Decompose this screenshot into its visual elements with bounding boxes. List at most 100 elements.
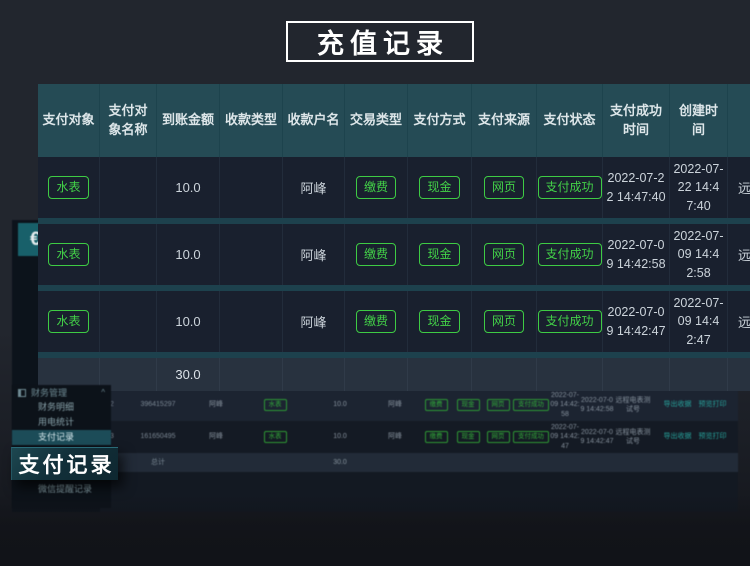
pay-source-badge: 网页 — [487, 399, 510, 411]
actions-cell: 导出收据 预览打印 — [652, 432, 738, 441]
table-row: 水表 10.0 阿峰 缴费 现金 网页 支付成功 2022-07-22 14:4… — [38, 157, 750, 218]
column-header — [728, 84, 750, 157]
recharge-records-table: 支付对象 支付对象名称 到账金额 收款类型 收款户名 交易类型 支付方式 支付来… — [38, 84, 750, 391]
success-time-cell: 2022-07-22 14:47:40 — [603, 157, 670, 218]
trade-type-badge: 缴费 — [425, 399, 448, 411]
pay-user-cell: 远程电表测试号 — [614, 396, 652, 414]
column-header: 交易类型 — [345, 84, 408, 157]
pay-status-cell: 支付成功 — [512, 399, 550, 411]
payment-records-callout: 支付记录 — [11, 447, 118, 480]
pay-status-cell: 支付成功 — [537, 224, 603, 285]
success-time-cell: 2022-07-09 14:42:47 — [550, 423, 580, 450]
print-preview-link[interactable]: 预览打印 — [699, 400, 727, 409]
page-title: 充值记录 — [286, 21, 474, 62]
receive-type-cell — [220, 157, 283, 218]
trade-type-cell: 缴费 — [345, 224, 408, 285]
sidebar-group-label: 财务管理 — [31, 386, 67, 399]
user-name: 阿峰 — [192, 400, 240, 409]
print-preview-link[interactable]: 预览打印 — [699, 432, 727, 441]
pay-object-cell: 水表 — [240, 399, 310, 411]
pay-method-cell: 现金 — [408, 291, 472, 352]
create-time-cell: 2022-07-09 14:42:47 — [580, 428, 614, 446]
pay-status-badge: 支付成功 — [538, 310, 602, 333]
sidebar-item-finance-detail[interactable]: 财务明细 — [12, 400, 111, 415]
account-name-cell: 阿峰 — [370, 432, 420, 441]
background-table: 2 396415297 阿峰 水表 10.0 阿峰 缴费 现金 网页 支付成功 … — [100, 389, 738, 472]
pay-status-badge: 支付成功 — [538, 176, 602, 199]
success-time-cell: 2022-07-09 14:42:58 — [603, 224, 670, 285]
column-header: 收款户名 — [283, 84, 345, 157]
column-header: 支付来源 — [472, 84, 537, 157]
sidebar-item-wechat-reminder-records[interactable]: 微信提醒记录 — [12, 482, 111, 497]
create-time-cell: 2022-07-22 14:47:40 — [670, 157, 728, 218]
object-name-cell — [100, 157, 157, 218]
table-row: 3 161650495 阿峰 水表 10.0 阿峰 缴费 现金 网页 支付成功 … — [100, 421, 738, 453]
trade-type-cell: 缴费 — [420, 399, 452, 411]
pay-user-cell: 远程电表测试号 — [614, 428, 652, 446]
pay-object-cell: 水表 — [38, 291, 100, 352]
total-amount: 30.0 — [157, 358, 220, 391]
receive-type-cell — [220, 291, 283, 352]
pay-source-cell: 网页 — [472, 291, 537, 352]
column-header: 到账金额 — [157, 84, 220, 157]
pay-method-badge: 现金 — [419, 310, 459, 333]
table-row: 水表 10.0 阿峰 缴费 现金 网页 支付成功 2022-07-09 14:4… — [38, 224, 750, 285]
pay-source-badge: 网页 — [487, 431, 510, 443]
total-label: 总计 — [124, 458, 192, 467]
record-id: 396415297 — [124, 400, 192, 409]
trade-type-cell: 缴费 — [345, 291, 408, 352]
sidebar-item-power-stats[interactable]: 用电统计 — [12, 415, 111, 430]
pay-object-badge: 水表 — [264, 399, 287, 411]
callout-label: 支付记录 — [19, 449, 115, 479]
amount-cell: 10.0 — [310, 400, 370, 409]
pay-status-badge: 支付成功 — [513, 399, 549, 411]
account-name-cell: 阿峰 — [283, 291, 345, 352]
amount-cell: 10.0 — [157, 291, 220, 352]
success-time-cell: 2022-07-09 14:42:47 — [603, 291, 670, 352]
actions-cell: 导出收据 预览打印 — [652, 400, 738, 409]
trade-type-badge: 缴费 — [425, 431, 448, 443]
pay-object-cell: 水表 — [38, 224, 100, 285]
receive-type-cell — [220, 224, 283, 285]
amount-cell: 10.0 — [157, 157, 220, 218]
pay-source-cell: 网页 — [472, 157, 537, 218]
pay-method-cell: 现金 — [452, 431, 484, 443]
object-name-cell — [100, 224, 157, 285]
pay-object-cell: 水表 — [38, 157, 100, 218]
pay-method-badge: 现金 — [419, 176, 459, 199]
amount-cell: 10.0 — [157, 224, 220, 285]
table-total-row: 30.0 — [38, 358, 750, 391]
page-title-text: 充值记录 — [317, 22, 449, 61]
pay-method-cell: 现金 — [452, 399, 484, 411]
column-header: 收款类型 — [220, 84, 283, 157]
pay-object-badge: 水表 — [48, 176, 88, 199]
pay-method-cell: 现金 — [408, 224, 472, 285]
trade-type-cell: 缴费 — [420, 431, 452, 443]
success-time-cell: 2022-07-09 14:42:58 — [550, 391, 580, 418]
create-time-cell: 2022-07-09 14:42:47 — [670, 291, 728, 352]
pay-method-badge: 现金 — [457, 431, 480, 443]
chevron-up-icon: ^ — [101, 388, 105, 397]
pay-source-cell: 网页 — [484, 399, 512, 411]
sidebar-group-finance[interactable]: 财务管理 ^ — [12, 385, 111, 400]
create-time-cell: 2022-07-09 14:42:58 — [670, 224, 728, 285]
trade-type-badge: 缴费 — [356, 310, 396, 333]
sidebar-item-payment-records[interactable]: 支付记录 — [12, 430, 111, 445]
pay-user-cell: 远程电表测试号 — [728, 157, 750, 218]
pay-status-badge: 支付成功 — [513, 431, 549, 443]
pay-user-cell: 远程电表测试号 — [728, 224, 750, 285]
pay-status-cell: 支付成功 — [537, 157, 603, 218]
user-name: 阿峰 — [192, 432, 240, 441]
column-header: 支付状态 — [537, 84, 603, 157]
export-receipt-link[interactable]: 导出收据 — [664, 400, 692, 409]
create-time-cell: 2022-07-09 14:42:58 — [580, 396, 614, 414]
grid-icon — [18, 389, 26, 397]
table-total-row: 总计 30.0 — [100, 453, 738, 472]
column-header: 支付方式 — [408, 84, 472, 157]
pay-status-cell: 支付成功 — [512, 431, 550, 443]
pay-source-badge: 网页 — [484, 243, 524, 266]
pay-source-badge: 网页 — [484, 176, 524, 199]
pay-method-cell: 现金 — [408, 157, 472, 218]
trade-type-badge: 缴费 — [356, 243, 396, 266]
export-receipt-link[interactable]: 导出收据 — [664, 432, 692, 441]
